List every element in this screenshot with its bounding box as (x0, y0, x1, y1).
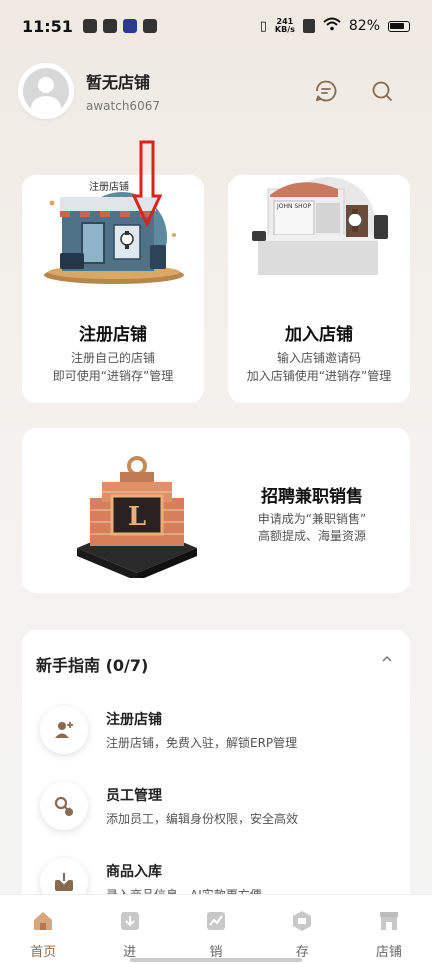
tab-home[interactable]: 首页 (0, 895, 86, 964)
watch-shop-illustration (252, 177, 388, 275)
user-id: awatch6067 (86, 99, 160, 113)
bottom-tab-bar: 首页 进 销 存 店铺 (0, 894, 432, 964)
tab-sales[interactable]: 销 (173, 895, 259, 964)
tab-stock-in[interactable]: 进 (86, 895, 172, 964)
beginner-guide-panel: 新手指南 (0/7) 注册店铺 注册店铺，免费入驻，解锁ERP管理 员工管理 添… (22, 630, 410, 910)
guide-title: 新手指南 (0/7) (36, 656, 149, 675)
tab-inventory[interactable]: 存 (259, 895, 345, 964)
app-notification-icon (142, 19, 157, 33)
join-shop-sign: JOHN SHOP (276, 203, 312, 210)
tab-label: 店铺 (375, 945, 402, 960)
shop-name: 暂无店铺 (86, 73, 151, 92)
add-user-icon (40, 706, 88, 754)
sales-chart-icon (207, 912, 226, 930)
guide-item-name: 商品入库 (106, 864, 162, 880)
battery-percent: 82% (348, 18, 380, 34)
tab-shop[interactable]: 店铺 (346, 895, 432, 964)
stock-in-icon (120, 912, 139, 930)
logo-letter: L (127, 502, 147, 532)
chevron-up-icon[interactable] (380, 652, 394, 666)
join-shop-desc-2: 加入店铺使用“进销存”管理 (246, 369, 392, 383)
app-notification-icon (102, 19, 117, 33)
tab-label: 首页 (30, 945, 57, 960)
join-shop-title: 加入店铺 (285, 325, 353, 345)
avatar[interactable] (18, 63, 74, 119)
register-shop-desc-1: 注册自己的店铺 (70, 351, 155, 365)
guide-item-name: 注册店铺 (106, 712, 162, 728)
recruit-sales-desc-2: 高额提成、海量资源 (257, 529, 366, 543)
join-shop-desc-1: 输入店铺邀请码 (276, 351, 361, 365)
home-icon (34, 912, 53, 930)
guide-item-name: 员工管理 (106, 788, 162, 804)
home-indicator (130, 958, 302, 962)
guide-item-desc: 注册店铺，免费入驻，解锁ERP管理 (106, 736, 298, 750)
recruit-sales-card[interactable]: L 招聘兼职销售 申请成为“兼职销售” 高额提成、海量资源 (22, 428, 410, 593)
guide-item-desc: 添加员工，编辑身份权限，安全高效 (106, 812, 299, 826)
sim-icon (302, 19, 315, 33)
network-speed: 241 KB/s (274, 17, 295, 34)
inventory-icon (293, 911, 312, 931)
register-shop-desc-2: 即可使用“进销存”管理 (52, 369, 174, 383)
wifi-icon (323, 17, 341, 35)
battery-icon (388, 20, 410, 32)
shop-storefront-illustration (44, 192, 184, 284)
vibrate-icon: ▯ (259, 18, 267, 34)
join-shop-card[interactable]: JOHN SHOP 加入店铺 输入店铺邀请码 加入店铺使用“进销存”管理 (228, 175, 410, 403)
app-notification-icon (122, 19, 137, 33)
recruit-sales-title: 招聘兼职销售 (261, 487, 363, 507)
guide-item-staff[interactable]: 员工管理 添加员工，编辑身份权限，安全高效 (40, 780, 400, 832)
staff-key-icon (40, 782, 88, 830)
register-shop-card[interactable]: 注册店铺 注册店铺 注册自己的店铺 即可使用“进销存”管理 (22, 175, 204, 403)
user-header: 暂无店铺 awatch6067 (18, 62, 414, 120)
status-bar: 11:51 ▯ 241 KB/s 82% (0, 0, 432, 52)
guide-item-register[interactable]: 注册店铺 注册店铺，免费入驻，解锁ERP管理 (40, 704, 400, 756)
pointer-arrow (132, 140, 162, 228)
message-icon[interactable] (314, 79, 338, 103)
app-notification-icon (82, 19, 97, 33)
register-shop-title: 注册店铺 (79, 325, 147, 345)
status-time: 11:51 (22, 16, 73, 36)
search-icon[interactable] (370, 79, 394, 103)
shop-icon (379, 912, 398, 930)
